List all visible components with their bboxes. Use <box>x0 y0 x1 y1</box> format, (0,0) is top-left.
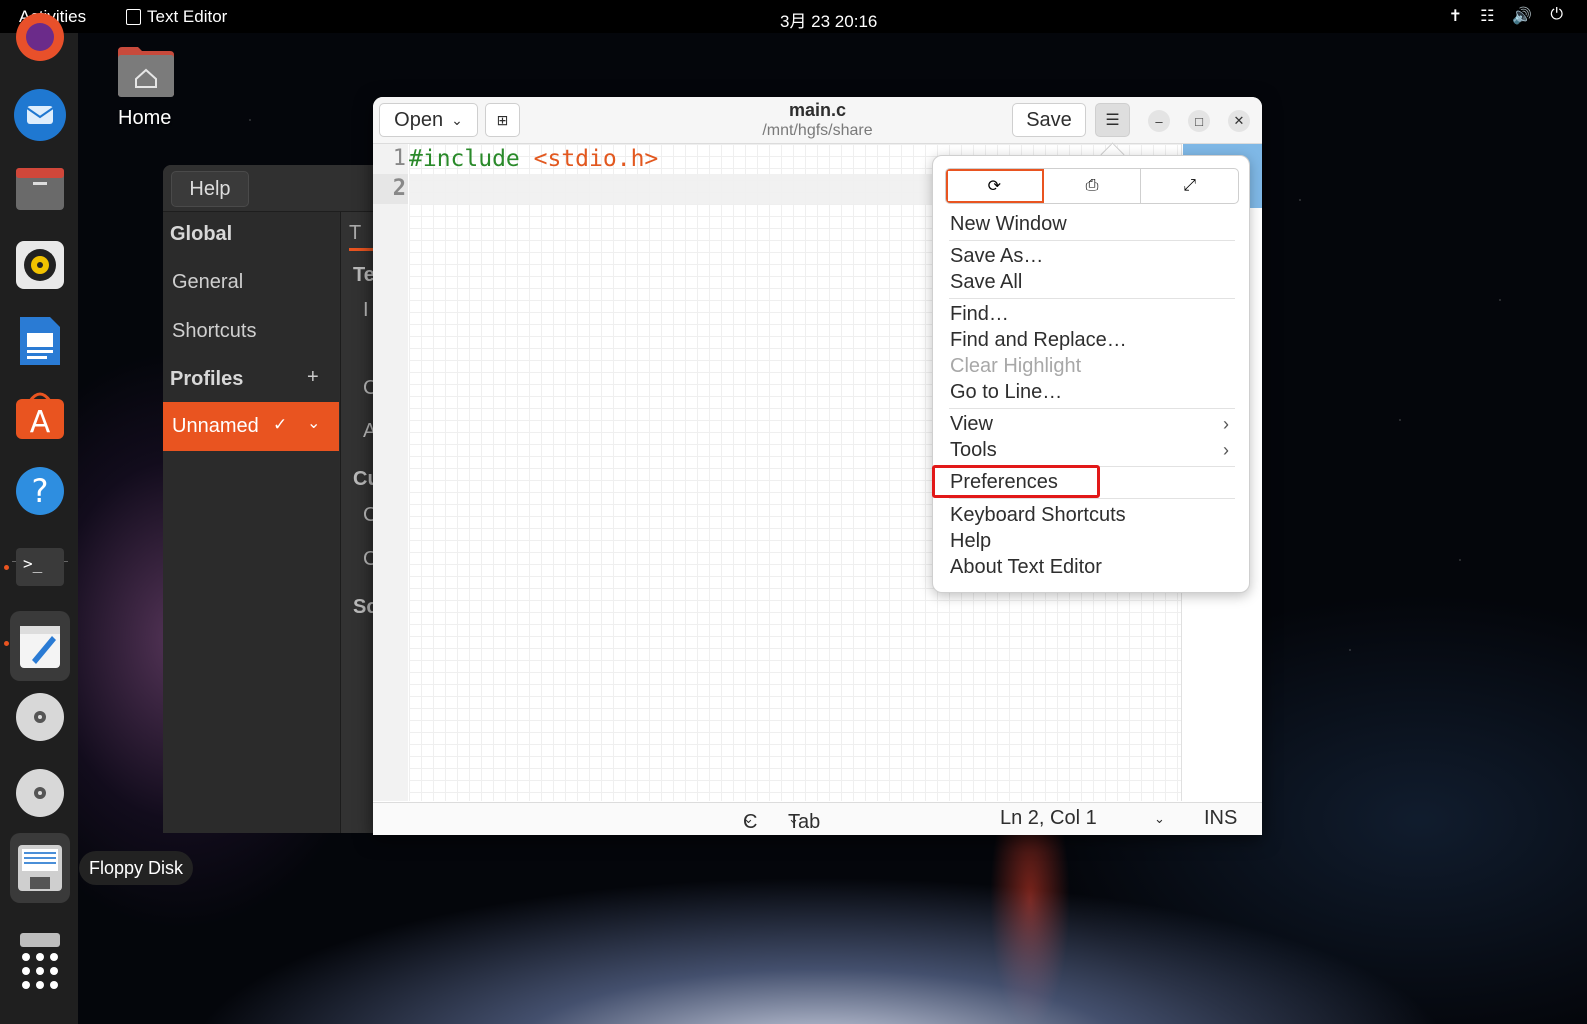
power-icon[interactable]: ⏻ <box>1550 6 1563 26</box>
line-number-gutter: 1 2 <box>373 144 408 801</box>
app-name: Text Editor <box>147 7 228 26</box>
clock[interactable]: 3月 23 20:16 <box>780 7 877 32</box>
fullscreen-icon[interactable]: ⤢ <box>1141 169 1238 203</box>
line-number: 1 <box>392 146 406 171</box>
svg-text:>_: >_ <box>23 554 43 573</box>
terminal-preferences-window: Help Global General Shortcuts Profiles +… <box>163 165 377 833</box>
menu-action-buttons: ⟳ ⎙ ⤢ <box>945 168 1239 204</box>
include-header: <stdio.h> <box>533 146 659 172</box>
profiles-header: Profiles <box>170 368 244 390</box>
menu-item-find-replace[interactable]: Find and Replace… <box>950 329 1127 352</box>
print-icon[interactable]: ⎙ <box>1044 169 1142 203</box>
menu-item-tools[interactable]: Tools <box>950 439 997 462</box>
text-editor-dock-icon[interactable] <box>10 611 70 681</box>
dvd-drive-icon[interactable] <box>10 763 70 823</box>
menu-separator <box>949 408 1235 409</box>
menu-item-save-all[interactable]: Save All <box>950 271 1022 294</box>
menu-item-keyboard-shortcuts[interactable]: Keyboard Shortcuts <box>950 504 1126 527</box>
default-check-icon: ✓ <box>273 415 288 434</box>
menu-separator <box>949 240 1235 241</box>
insert-mode[interactable]: INS <box>1204 807 1237 830</box>
floppy-disk-icon[interactable] <box>10 833 70 903</box>
preferences-header: Help <box>163 165 377 212</box>
show-apps-icon[interactable] <box>10 941 70 1001</box>
chevron-down-icon: ⌄ <box>788 811 799 826</box>
accessibility-icon[interactable]: ✝ <box>1449 6 1462 26</box>
svg-text:?: ? <box>32 472 49 510</box>
libreoffice-writer-icon[interactable] <box>10 311 70 371</box>
dock-tooltip: Floppy Disk <box>79 851 193 885</box>
terminal-icon[interactable]: >_ <box>10 537 70 597</box>
volume-icon[interactable]: 🔊 <box>1512 6 1532 26</box>
menu-item-save-as[interactable]: Save As… <box>950 245 1043 268</box>
running-indicator <box>4 565 9 570</box>
files-icon[interactable] <box>10 159 70 219</box>
menu-separator <box>949 298 1235 299</box>
system-tray[interactable]: ✝ ☷ 🔊 ⏻ <box>1449 6 1563 26</box>
section-fragment: Te <box>353 264 375 286</box>
profile-item-unnamed[interactable]: Unnamed ✓ ⌄ <box>163 402 339 451</box>
home-label[interactable]: Home <box>118 107 171 130</box>
network-icon[interactable]: ☷ <box>1480 6 1494 26</box>
menu-separator <box>949 498 1235 499</box>
preferences-content: T Te I C A Cu C C Sc <box>340 212 377 833</box>
dock: A ? >_ <box>0 13 78 1024</box>
chevron-down-icon[interactable]: ⌄ <box>1154 811 1165 827</box>
main-menu-popover: ⟳ ⎙ ⤢ New Window Save As… Save All Find…… <box>932 155 1250 593</box>
code-line-1: #include <stdio.h> <box>409 144 658 174</box>
home-folder-icon[interactable] <box>118 45 174 97</box>
include-keyword: #include <box>409 146 520 172</box>
cursor-position[interactable]: Ln 2, Col 1 <box>1000 807 1097 830</box>
help-button[interactable]: Help <box>171 171 249 207</box>
chevron-down-icon[interactable]: ⌄ <box>307 413 320 433</box>
thunderbird-icon[interactable] <box>10 85 70 145</box>
main-menu-button[interactable]: ☰ <box>1095 103 1130 137</box>
sidebar-item-shortcuts[interactable]: Shortcuts <box>172 320 256 343</box>
menu-item-help[interactable]: Help <box>950 530 991 553</box>
menu-item-new-window[interactable]: New Window <box>950 213 1067 236</box>
add-profile-button[interactable]: + <box>307 366 319 389</box>
reload-icon[interactable]: ⟳ <box>946 169 1044 203</box>
close-icon[interactable]: ✕ <box>1228 110 1250 132</box>
menu-item-view[interactable]: View <box>950 413 993 436</box>
dvd-drive-icon[interactable] <box>10 687 70 747</box>
line-number: 2 <box>373 174 408 204</box>
global-header: Global <box>170 223 233 245</box>
status-bar: C ⌄ Tab Width: 8 ⌄ Ln 2, Col 1 ⌄ INS <box>373 802 1262 835</box>
sidebar-item-general[interactable]: General <box>172 271 243 294</box>
save-button[interactable]: Save <box>1012 103 1086 137</box>
menu-item-clear-highlight: Clear Highlight <box>950 355 1082 377</box>
chevron-down-icon: ⌄ <box>743 811 754 826</box>
menu-item-about[interactable]: About Text Editor <box>950 556 1102 579</box>
maximize-icon[interactable]: □ <box>1188 110 1210 132</box>
text-editor-icon <box>126 9 141 25</box>
minimize-icon[interactable]: – <box>1148 110 1170 132</box>
rhythmbox-icon[interactable] <box>10 235 70 295</box>
text-fragment: I <box>363 299 369 321</box>
help-icon[interactable]: ? <box>10 461 70 521</box>
preferences-sidebar: Global General Shortcuts Profiles + Unna… <box>163 212 339 833</box>
hamburger-icon: ☰ <box>1105 112 1120 129</box>
chevron-right-icon: › <box>1223 440 1229 460</box>
menu-item-go-to-line[interactable]: Go to Line… <box>950 381 1062 404</box>
firefox-icon[interactable] <box>10 7 70 67</box>
preferences-highlight-box <box>932 465 1100 498</box>
top-bar: Activities Text Editor 3月 23 20:16 ✝ ☷ 🔊… <box>0 0 1587 33</box>
app-menu[interactable]: Text Editor <box>126 7 227 27</box>
chevron-right-icon: › <box>1223 414 1229 434</box>
menu-item-find[interactable]: Find… <box>950 303 1009 326</box>
app-center-icon[interactable]: A <box>10 385 70 445</box>
profile-name: Unnamed <box>172 415 259 437</box>
editor-header-bar: Open ⌄ ⊞ main.c /mnt/hgfs/share Save ☰ –… <box>373 97 1262 144</box>
svg-text:A: A <box>30 405 51 440</box>
running-indicator <box>4 641 9 646</box>
